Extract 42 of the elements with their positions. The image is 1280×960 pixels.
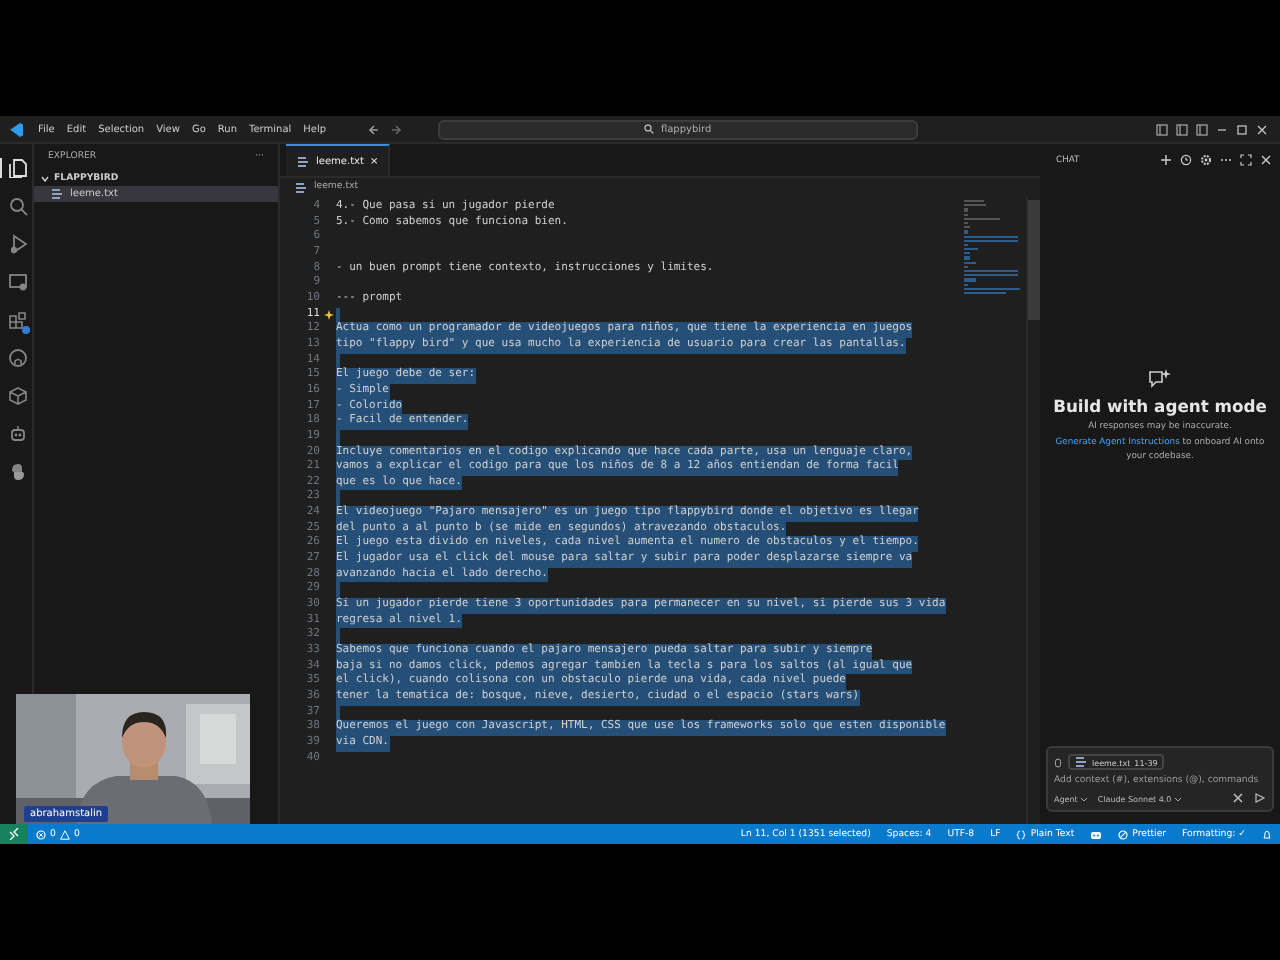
forward-arrow-icon[interactable]	[390, 123, 403, 135]
heading: Build with agent mode	[1053, 396, 1267, 416]
minimap	[960, 196, 1021, 299]
notification-badge	[21, 326, 29, 334]
close-icon[interactable]	[1260, 154, 1272, 166]
warning-icon	[59, 829, 70, 839]
tools-icon[interactable]	[1232, 792, 1244, 804]
search-icon	[644, 124, 655, 134]
chat-sparkle-icon	[1148, 368, 1172, 390]
braces-icon	[1016, 829, 1027, 839]
text-file-icon	[1074, 756, 1088, 768]
settings-icon[interactable]	[1200, 154, 1212, 166]
blocks-icon[interactable]	[7, 310, 27, 330]
text-file-icon	[50, 188, 64, 200]
bell-icon[interactable]	[1262, 829, 1272, 839]
search-icon[interactable]	[7, 196, 27, 216]
scrollbar-thumb[interactable]	[1028, 200, 1040, 320]
remote-button[interactable]	[0, 824, 28, 844]
layout-icon[interactable]	[1156, 123, 1168, 135]
blocked-icon	[1118, 829, 1129, 839]
maximize-icon[interactable]	[1236, 123, 1248, 135]
panel-icon[interactable]	[1176, 123, 1188, 135]
maximize-icon[interactable]	[1240, 154, 1252, 166]
cube-icon[interactable]	[7, 386, 27, 406]
remote-icon	[8, 828, 20, 840]
robot-icon[interactable]	[7, 424, 27, 444]
back-arrow-icon[interactable]	[368, 123, 381, 135]
text-file-icon	[296, 155, 310, 167]
new-chat-icon[interactable]	[1160, 154, 1172, 166]
close-icon[interactable]	[1256, 123, 1268, 135]
minimize-icon[interactable]	[1216, 123, 1228, 135]
files-icon[interactable]	[7, 158, 27, 178]
play-bug-icon[interactable]	[7, 234, 27, 254]
attach-icon[interactable]	[1054, 757, 1062, 767]
sidebar-icon[interactable]	[1196, 123, 1208, 135]
history-icon[interactable]	[1180, 154, 1192, 166]
send-icon[interactable]	[1254, 792, 1266, 804]
text-file-icon	[294, 181, 308, 193]
error-icon	[36, 829, 46, 839]
robot-icon[interactable]	[1090, 829, 1103, 839]
circle-icon[interactable]	[7, 348, 27, 368]
monitor-icon[interactable]	[7, 272, 27, 292]
